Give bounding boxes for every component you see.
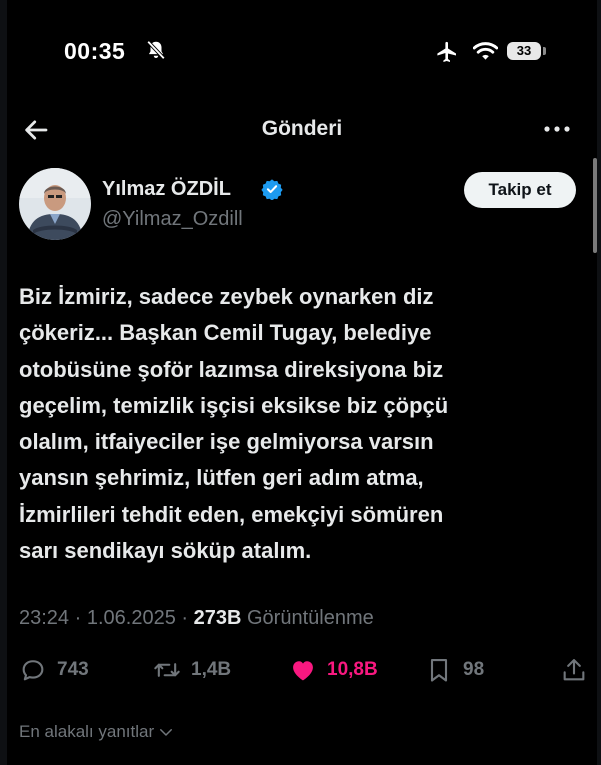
repost-button[interactable]: 1,4B <box>153 650 231 690</box>
post-text-line: yansın şehrimiz, lütfen geri adım atma, <box>19 465 424 491</box>
replies-sort-dropdown[interactable]: En alakalı yanıtlar <box>19 722 175 742</box>
author-name[interactable]: Yılmaz ÖZDİL <box>102 178 231 201</box>
post-screen: 00:35 33 Gönderi Yılmaz ÖZDİL @Yilmaz_Oz… <box>7 0 597 765</box>
views-label: Görüntülenme <box>246 607 374 629</box>
verified-badge-icon <box>261 179 283 200</box>
post-text-line: çökeriz... Başkan Cemil Tugay, belediye <box>19 320 432 346</box>
heart-icon <box>293 661 313 681</box>
post-meta: 23:24 · 1.06.2025 · 273B Görüntülenme <box>19 607 374 630</box>
views-count[interactable]: 273B <box>194 607 242 629</box>
more-options-icon[interactable] <box>539 117 575 141</box>
post-text: Biz İzmiriz, sadece zeybek oynarken diz … <box>19 279 579 569</box>
post-text-line: Biz İzmiriz, sadece zeybek oynarken diz <box>19 284 434 309</box>
like-count: 10,8B <box>327 659 378 680</box>
meta-separator: · <box>74 607 87 629</box>
repost-icon <box>154 663 180 677</box>
author-handle[interactable]: @Yilmaz_Ozdill <box>102 208 243 231</box>
share-icon <box>563 659 585 681</box>
replies-sort-label: En alakalı yanıtlar <box>19 722 155 741</box>
post-text-line: olalım, itfaiyeciler işe gelmiyorsa vars… <box>19 429 434 455</box>
battery-indicator: 33 <box>507 42 541 60</box>
reply-count: 743 <box>57 659 89 680</box>
post-text-line: sarı sendikayı söküp atalım. <box>19 538 312 564</box>
like-button[interactable]: 10,8B <box>289 650 378 690</box>
repost-count: 1,4B <box>191 659 232 680</box>
top-nav: Gönderi <box>7 105 597 157</box>
status-time: 00:35 <box>64 38 126 64</box>
status-bar: 00:35 33 <box>7 0 597 105</box>
share-button[interactable] <box>560 650 588 690</box>
bookmark-button[interactable]: 98 <box>425 650 484 690</box>
post-text-line: İzmirlileri tehdit eden, emekçiyi sömüre… <box>19 501 444 527</box>
reply-button[interactable]: 743 <box>19 650 89 690</box>
action-bar: 743 1,4B 10,8B 98 <box>7 650 597 690</box>
wifi-icon <box>473 42 498 60</box>
bookmark-count: 98 <box>463 659 485 680</box>
post-text-line: otobüsüne şoför lazımsa direksiyona biz <box>19 356 444 382</box>
post-time[interactable]: 23:24 <box>19 607 69 629</box>
bookmark-icon <box>430 659 448 682</box>
meta-separator: · <box>181 607 194 629</box>
post-text-line: geçelim, temizlik işçisi eksikse biz çöp… <box>19 392 449 418</box>
airplane-icon <box>437 41 456 62</box>
bell-off-icon <box>146 40 166 60</box>
page-title: Gönderi <box>261 117 343 140</box>
follow-button[interactable]: Takip et <box>464 172 576 208</box>
scrollbar[interactable] <box>593 158 597 253</box>
reply-icon <box>22 660 44 681</box>
battery-tip <box>543 47 546 55</box>
post-date[interactable]: 1.06.2025 <box>87 607 176 629</box>
author-avatar[interactable] <box>19 168 91 240</box>
chevron-down-icon <box>160 729 173 736</box>
